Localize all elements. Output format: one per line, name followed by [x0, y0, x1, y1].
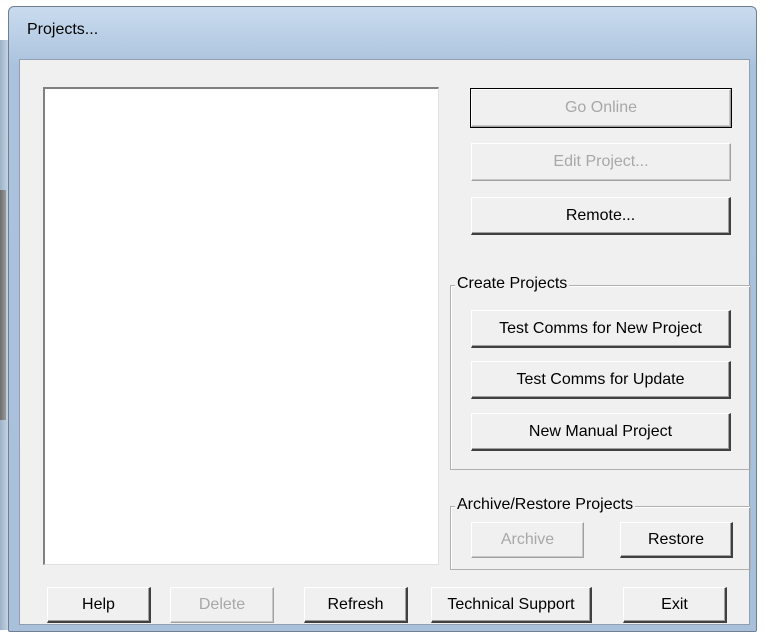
refresh-button[interactable]: Refresh	[304, 587, 408, 623]
restore-button[interactable]: Restore	[620, 522, 733, 558]
dialog-client-area: Go Online Edit Project... Remote... Crea…	[19, 59, 751, 625]
test-comms-new-project-button[interactable]: Test Comms for New Project	[471, 310, 731, 348]
edit-project-button[interactable]: Edit Project...	[471, 143, 731, 181]
window-left-edge	[0, 40, 8, 630]
projects-dialog: Projects... Go Online Edit Project... Re…	[8, 6, 757, 632]
title-bar[interactable]: Projects...	[9, 7, 756, 55]
create-projects-label: Create Projects	[455, 275, 570, 293]
project-list[interactable]	[43, 87, 439, 565]
new-manual-project-button[interactable]: New Manual Project	[471, 413, 731, 451]
test-comms-update-button[interactable]: Test Comms for Update	[471, 361, 731, 399]
window-title: Projects...	[27, 21, 99, 38]
go-online-button[interactable]: Go Online	[470, 88, 732, 128]
technical-support-button[interactable]: Technical Support	[431, 587, 592, 623]
delete-button[interactable]: Delete	[170, 587, 274, 623]
archive-button[interactable]: Archive	[471, 522, 584, 558]
background-window-edge	[0, 190, 6, 420]
archive-restore-label: Archive/Restore Projects	[455, 496, 636, 514]
remote-button[interactable]: Remote...	[471, 197, 731, 235]
help-button[interactable]: Help	[47, 587, 151, 623]
exit-button[interactable]: Exit	[623, 587, 727, 623]
